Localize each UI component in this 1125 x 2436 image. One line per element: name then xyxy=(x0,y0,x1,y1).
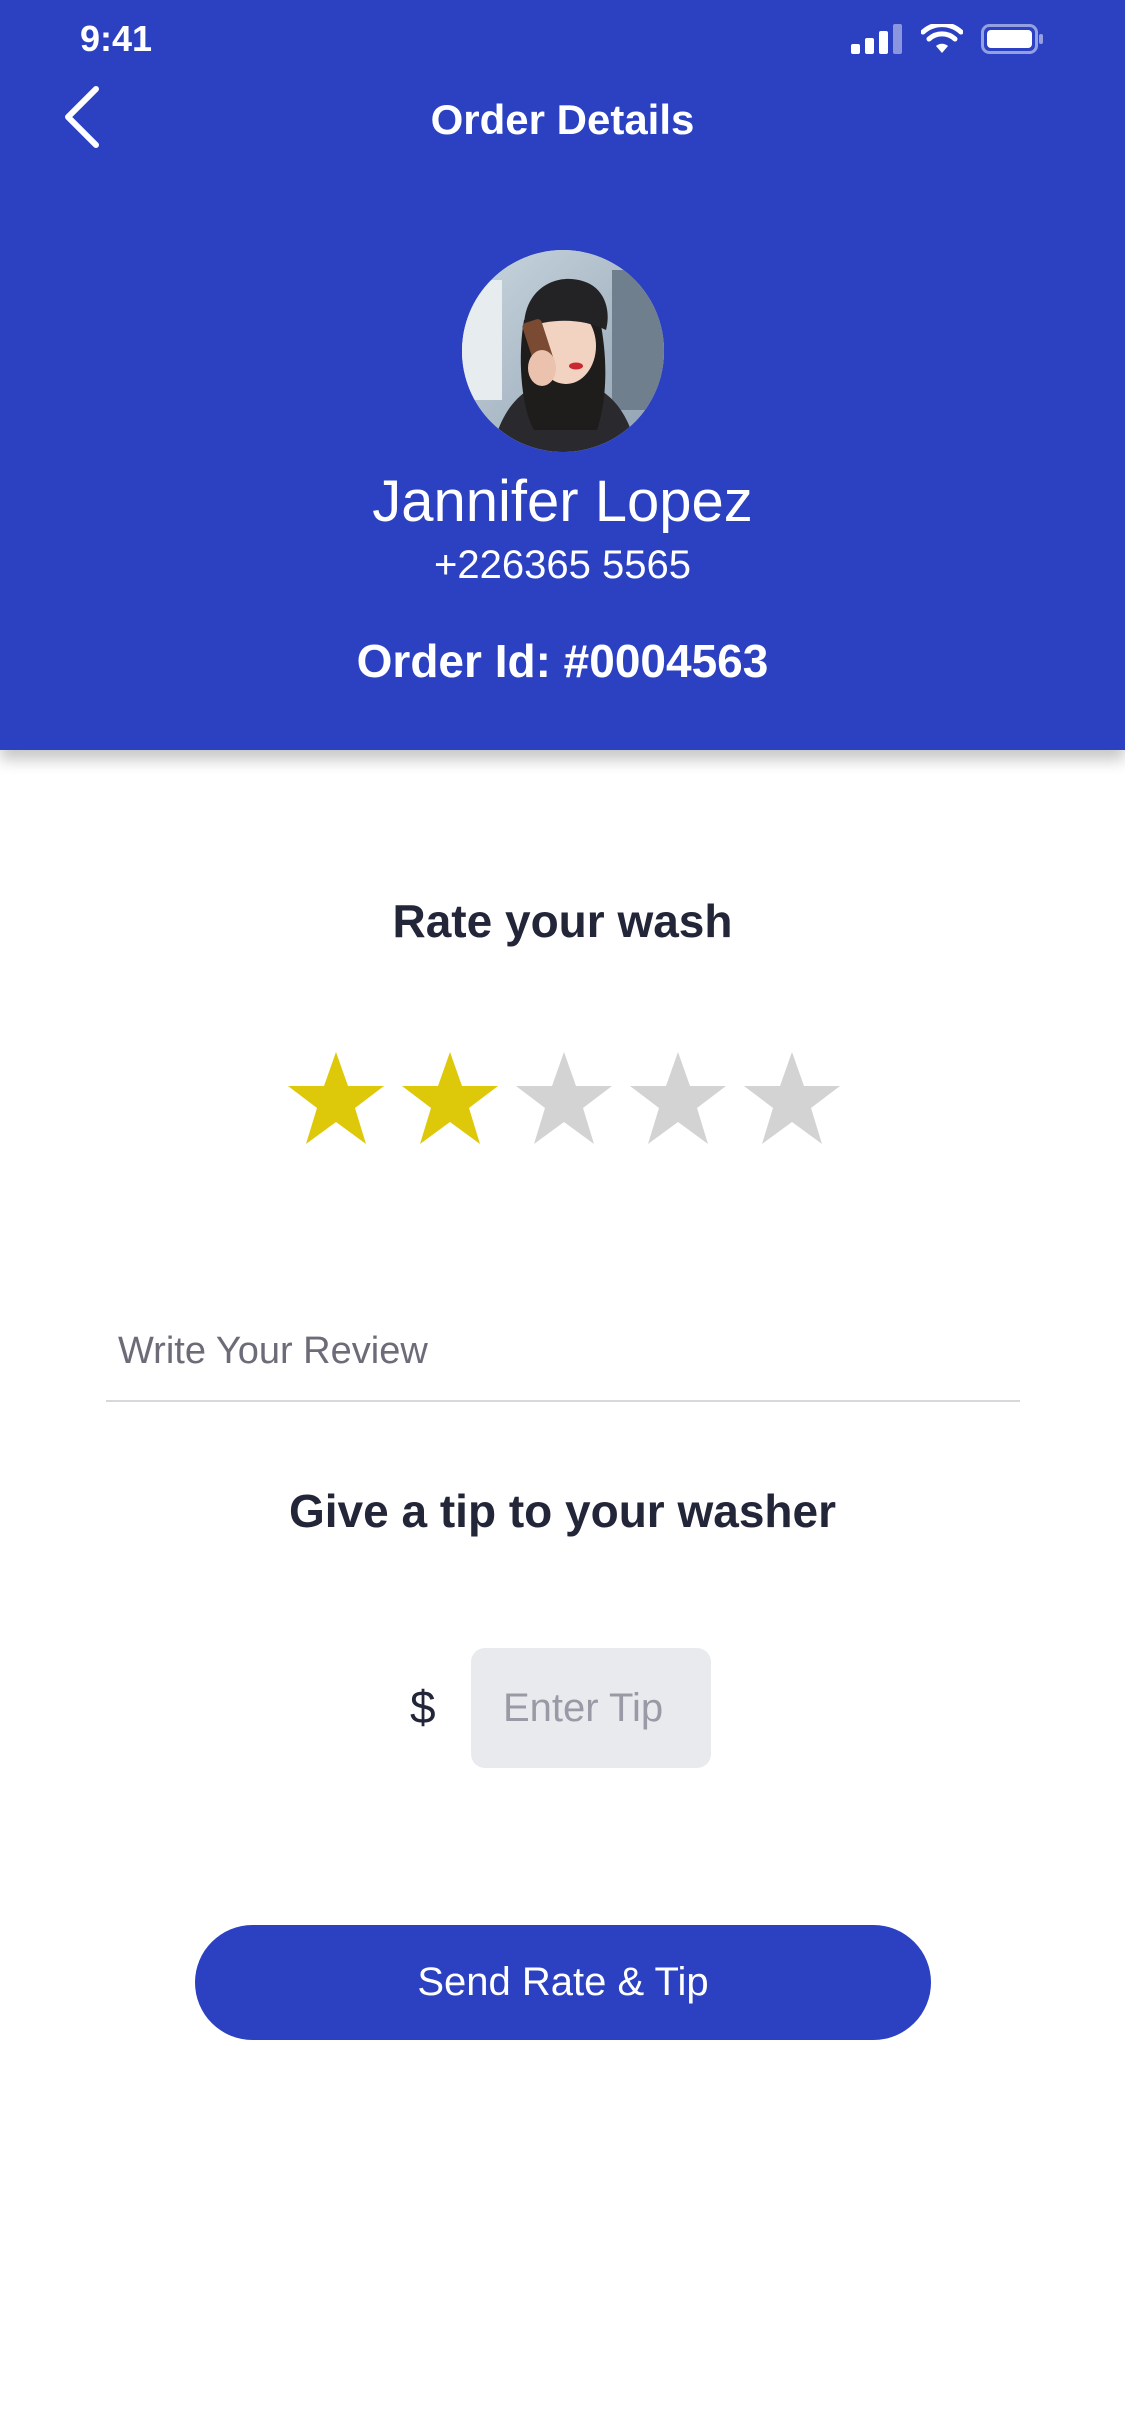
tip-heading: Give a tip to your washer xyxy=(288,1485,837,1537)
status-time: 9:41 xyxy=(80,18,153,59)
tip-input[interactable] xyxy=(471,1648,711,1768)
star-empty-icon[interactable] xyxy=(628,1050,728,1146)
customer-name: Jannifer Lopez xyxy=(372,469,753,534)
battery-icon xyxy=(981,24,1045,59)
star-filled-icon[interactable] xyxy=(400,1050,500,1146)
star-empty-icon[interactable] xyxy=(742,1050,842,1146)
order-header: 9:41 Order Details Jannifer Lopez +22636… xyxy=(0,0,1125,750)
star-empty-icon[interactable] xyxy=(514,1050,614,1146)
page-title: Order Details xyxy=(430,96,695,143)
order-details-screen: 9:41 Order Details Jannifer Lopez +22636… xyxy=(0,0,1125,2436)
rate-heading: Rate your wash xyxy=(392,895,733,947)
order-id: Order Id: #0004563 xyxy=(356,635,769,687)
star-filled-icon[interactable] xyxy=(286,1050,386,1146)
wifi-icon xyxy=(920,22,964,59)
customer-phone: +226365 5565 xyxy=(434,543,691,587)
avatar xyxy=(462,250,664,452)
send-rate-tip-button[interactable]: Send Rate & Tip xyxy=(195,1925,931,2040)
status-bar: 9:41 xyxy=(0,0,1125,80)
cellular-signal-icon xyxy=(851,24,903,59)
star-rating[interactable] xyxy=(286,1050,842,1146)
currency-symbol: $ xyxy=(410,1681,436,1733)
review-input[interactable] xyxy=(106,1302,1020,1402)
status-icons xyxy=(851,22,1045,59)
